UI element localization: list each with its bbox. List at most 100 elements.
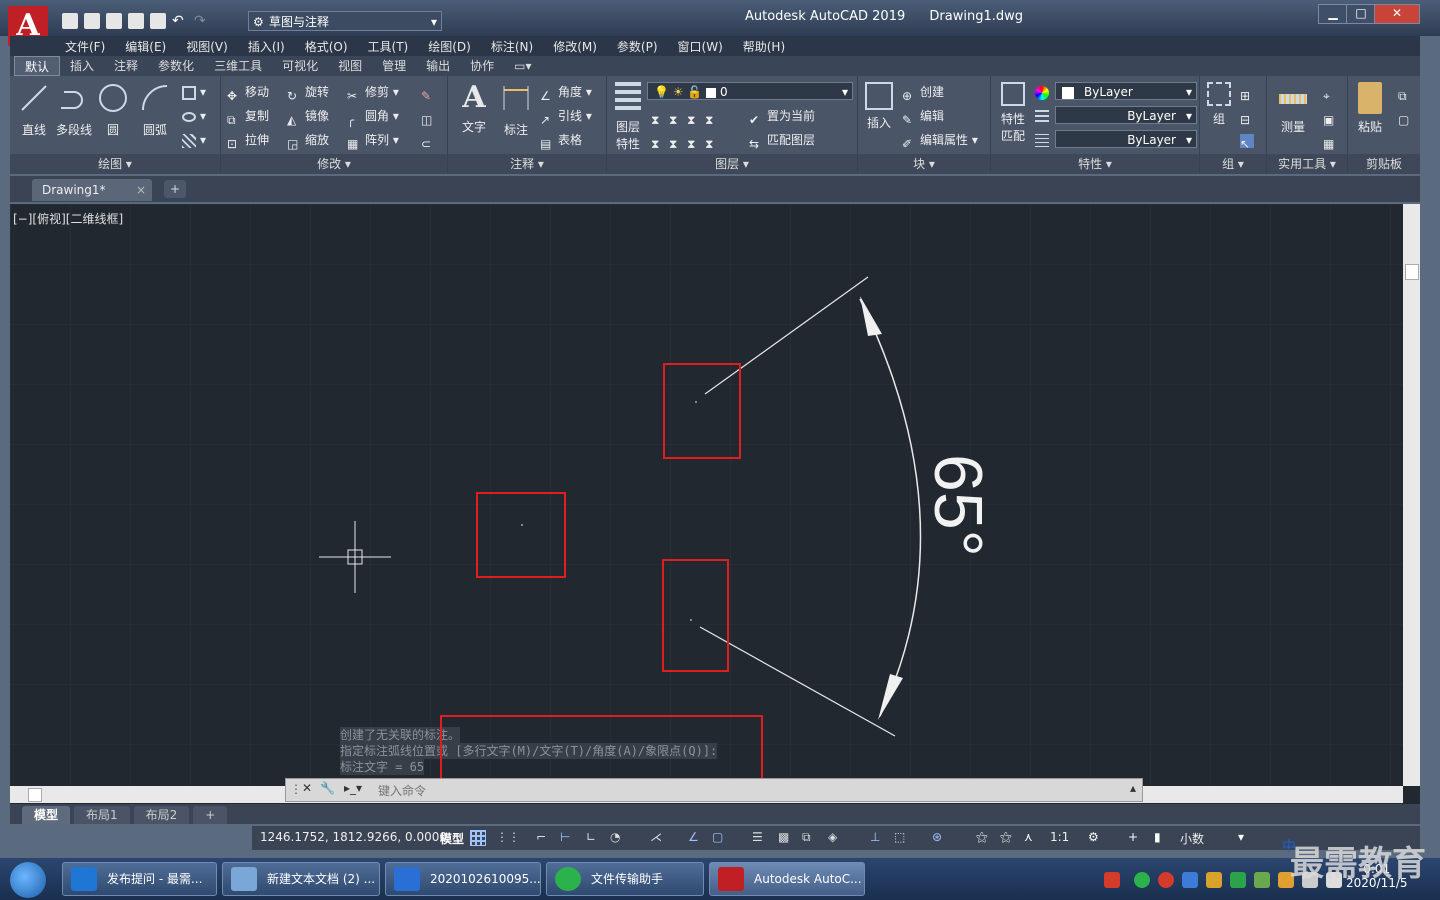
layout-tab-2[interactable]: 布局2 [133,806,190,824]
panel-clipboard-label[interactable]: 剪贴板 [1348,154,1420,174]
add-layout-plus-icon[interactable]: + [193,806,228,824]
annotation-visibility-icon[interactable]: ⚝ [976,830,992,846]
open-file-icon[interactable] [84,13,100,29]
tab-3d-tools[interactable]: 三维工具 [204,56,272,76]
close-icon[interactable]: ✕ [302,781,312,795]
maximize-button[interactable]: □ [1346,4,1376,24]
grip-icon[interactable]: ⋮ [290,782,302,796]
menu-edit[interactable]: 编辑(E) [125,38,166,55]
edit-attributes-button[interactable]: ✐ 编辑属性 ▾ [902,130,978,151]
panel-modify-label[interactable]: 修改 ▾ [221,154,447,174]
object-snap-tracking-icon[interactable]: ∠ [688,830,704,846]
sogou-tray-icon[interactable] [1104,872,1120,888]
new-tab-plus-icon[interactable]: + [164,180,186,198]
tab-collaborate[interactable]: 协作 [460,56,504,76]
panel-annotation-label[interactable]: 注释 ▾ [448,154,606,174]
selection-filter-icon[interactable]: ⬚ [894,830,910,846]
selection-cycling-icon[interactable]: ⧉ [802,830,818,846]
gear-icon[interactable]: ⚙ [1088,830,1104,846]
insert-block-button[interactable]: 插入 [862,82,896,131]
annotation-scale-icon[interactable]: ⋏ [1024,830,1040,846]
dynamic-ucs-icon[interactable]: ⊥ [870,830,886,846]
snap-toggle-icon[interactable]: ⋮⋮ [496,830,520,846]
layer-properties-button[interactable]: 图层 特性 [611,82,645,152]
gizmo-icon[interactable]: ⊛ [932,830,948,846]
grid-toggle-icon[interactable] [470,830,486,846]
text-button[interactable]: A 文字 [454,82,494,135]
chevron-up-icon[interactable]: ▴ [1130,781,1136,795]
horizontal-scroll-thumb[interactable] [28,788,42,802]
match-layer-button[interactable]: ⇆ 匹配图层 [749,130,815,151]
cut-clip-icon[interactable]: ▢ [1398,106,1416,127]
menu-params[interactable]: 参数(P) [617,38,658,55]
close-icon[interactable]: × [136,179,146,201]
close-button[interactable]: ✕ [1374,4,1420,24]
angle-button[interactable]: ∠ 角度 ▾ [540,82,592,103]
layer-dropdown[interactable]: 💡 ☀ 🔓 0 ▾ [647,82,853,100]
panel-draw-label[interactable]: 绘图 ▾ [10,154,220,174]
ungroup-icon[interactable]: ⊞ [1240,82,1258,103]
tab-manage[interactable]: 管理 [372,56,416,76]
ellipse-button[interactable]: ▾ [182,106,206,126]
doc-tab-drawing1[interactable]: Drawing1* × [32,179,152,201]
polyline-button[interactable]: 多段线 [54,82,94,138]
taskbar-item-word[interactable]: 2020102610095... [385,862,541,896]
layer-tools-row2[interactable]: ⧗ ⧗ ⧗ ⧗ [651,130,723,151]
polar-tracking-icon[interactable]: ◔ [610,830,626,846]
menu-tools[interactable]: 工具(T) [368,38,409,55]
minimize-button[interactable]: ▁ [1318,4,1348,24]
start-button-icon[interactable] [10,862,46,898]
vertical-scrollbar[interactable] [1403,204,1420,786]
panel-utilities-label[interactable]: 实用工具 ▾ [1267,154,1347,174]
menu-format[interactable]: 格式(O) [305,38,348,55]
canvas-drawing[interactable]: 65° [10,204,1420,804]
trim-button[interactable]: ✂ 修剪 ▾ [347,82,399,103]
copy-clip-icon[interactable]: ⧉ [1398,82,1416,103]
taskbar-item-autocad[interactable]: Autodesk AutoC... [709,862,865,896]
panel-block-label[interactable]: 块 ▾ [858,154,990,174]
infer-constraints-icon[interactable]: ⌐ [536,830,552,846]
menu-window[interactable]: 窗口(W) [678,38,723,55]
save-icon[interactable] [106,13,122,29]
tab-parametric[interactable]: 参数化 [148,56,204,76]
calculator-icon[interactable]: ▦ [1323,130,1341,151]
lineweight-toggle-icon[interactable]: ☰ [752,830,768,846]
netease-tray-icon[interactable] [1158,872,1174,888]
copy-button[interactable]: ⧉ 复制 [227,106,269,127]
table-button[interactable]: ▤ 表格 [540,130,582,151]
leader-button[interactable]: ↗ 引线 ▾ [540,106,592,127]
object-snap-icon[interactable]: ▢ [712,830,728,846]
wrench-icon[interactable]: 🔧 [320,781,335,795]
line-button[interactable]: 直线 [16,82,52,138]
stretch-button[interactable]: ⊡ 拉伸 [227,130,269,151]
panel-layers-label[interactable]: 图层 ▾ [607,154,857,174]
tab-annotate[interactable]: 注释 [104,56,148,76]
transparency-icon[interactable]: ▩ [778,830,794,846]
rectangle-button[interactable]: ▾ [182,82,206,102]
arc-button[interactable]: 圆弧 [138,82,172,138]
quick-properties-icon[interactable]: ▮ [1154,830,1170,846]
menu-insert[interactable]: 插入(I) [248,38,285,55]
redo-icon[interactable]: ↷ [194,13,210,29]
print-icon[interactable] [150,13,166,29]
make-current-button[interactable]: ✔ 置为当前 [749,106,815,127]
circle-button[interactable]: 圆 [96,82,130,138]
group-edit-icon[interactable]: ⊟ [1240,106,1258,127]
mirror-button[interactable]: ◭ 镜像 [287,106,329,127]
explode-button[interactable]: ◫ [421,106,439,127]
edit-block-button[interactable]: ✎ 编辑 [902,106,944,127]
drawing-canvas[interactable]: 65° [−][俯视][二维线框] [10,204,1420,804]
3d-osnap-icon[interactable]: ◈ [828,830,844,846]
layer-tools-row1[interactable]: ⧗ ⧗ ⧗ ⧗ [651,106,723,127]
group-button[interactable]: 组 [1204,82,1234,127]
tab-view[interactable]: 视图 [328,56,372,76]
panel-properties-label[interactable]: 特性 ▾ [991,154,1199,174]
menu-draw[interactable]: 绘图(D) [428,38,471,55]
lineweight-dropdown[interactable]: ByLayer ▾ [1055,130,1197,148]
menu-modify[interactable]: 修改(M) [553,38,597,55]
move-button[interactable]: ✥ 移动 [227,82,269,103]
offset-button[interactable]: ⊂ [421,130,439,151]
ortho-icon[interactable]: ∟ [586,830,602,846]
scale-button[interactable]: ◲ 缩放 [287,130,329,151]
measure-button[interactable]: 测量 [1273,82,1313,135]
